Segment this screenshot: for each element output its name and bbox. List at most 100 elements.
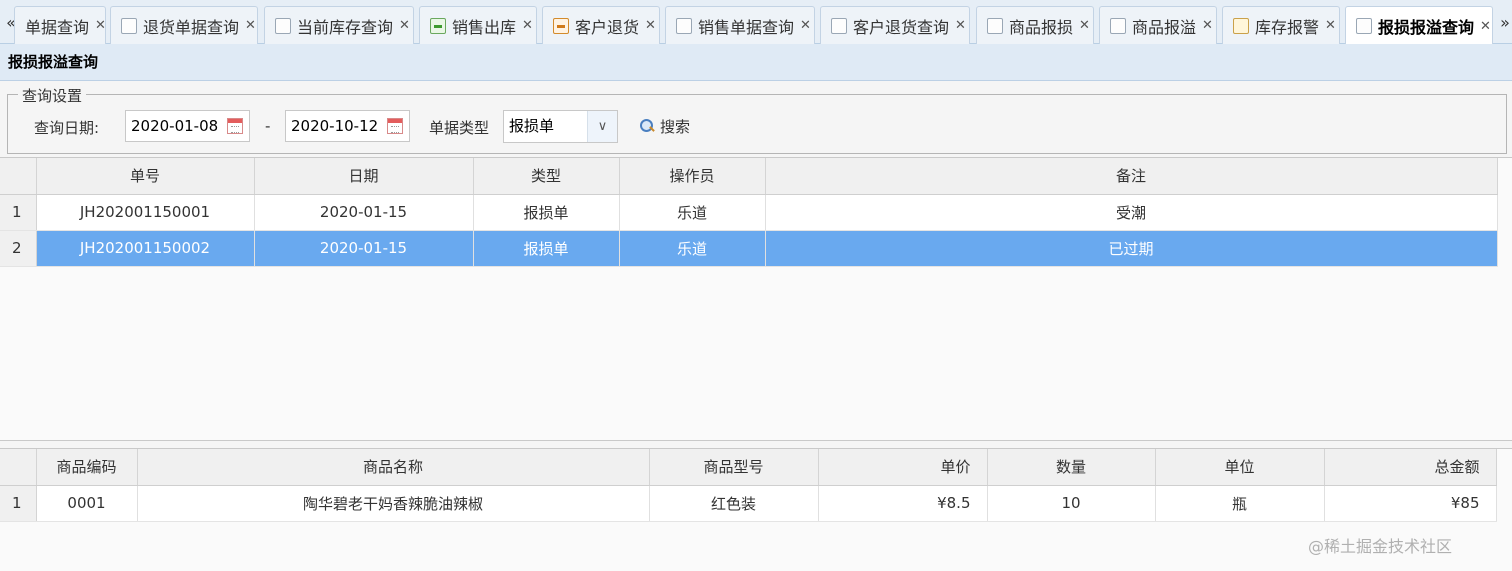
date-label: 查询日期: [34, 119, 100, 137]
tab-damage-overflow-query[interactable]: 报损报溢查询 ✕ [1345, 6, 1493, 45]
warning-icon [1233, 17, 1249, 34]
column-header[interactable]: 商品编码 [36, 449, 138, 486]
tab-label: 单据查询 [25, 17, 90, 37]
close-icon[interactable]: ✕ [645, 18, 656, 33]
cell-product-model[interactable]: 红色装 [649, 485, 819, 522]
close-icon[interactable]: ✕ [1202, 18, 1213, 33]
cell-operator[interactable]: 乐道 [619, 230, 766, 267]
cell-product-code[interactable]: 0001 [36, 485, 138, 522]
cell-product-name[interactable]: 陶华碧老干妈香辣脆油辣椒 [137, 485, 650, 522]
query-settings-legend: 查询设置 [18, 85, 87, 106]
tab-sales-document-query[interactable]: 销售单据查询 ✕ [665, 6, 815, 44]
close-icon[interactable]: ✕ [245, 18, 256, 33]
document-type-select[interactable]: 报损单 ∨ [503, 110, 618, 143]
start-date-value: 2020-01-08 [131, 117, 219, 135]
table-header-row: 单号 日期 类型 操作员 备注 [0, 158, 1498, 195]
cell-total-amount[interactable]: ¥85 [1324, 485, 1497, 522]
column-header[interactable]: 商品型号 [649, 449, 819, 486]
cell-quantity[interactable]: 10 [987, 485, 1156, 522]
tab-document-query[interactable]: 单据查询 ✕ [14, 6, 106, 44]
tab-label: 客户退货 [575, 17, 640, 37]
calendar-icon[interactable] [387, 118, 403, 134]
document-minus-icon [987, 17, 1003, 34]
close-icon[interactable]: ✕ [800, 18, 811, 33]
cell-date[interactable]: 2020-01-15 [254, 194, 474, 231]
tab-stock-alert[interactable]: 库存报警 ✕ [1222, 6, 1340, 44]
column-header[interactable]: 数量 [987, 449, 1156, 486]
column-header[interactable]: 单位 [1155, 449, 1325, 486]
tab-label: 客户退货查询 [853, 17, 950, 37]
end-date-field[interactable]: 2020-10-12 [285, 110, 410, 142]
column-header[interactable]: 单价 [818, 449, 988, 486]
table-header-row: 商品编码 商品名称 商品型号 单价 数量 单位 总金额 [0, 449, 1497, 486]
column-header[interactable]: 单号 [36, 158, 255, 195]
tab-label: 库存报警 [1255, 17, 1320, 37]
export-arrow-icon [430, 17, 446, 34]
tab-label: 商品报损 [1009, 17, 1074, 37]
tab-product-damage[interactable]: 商品报损 ✕ [976, 6, 1094, 44]
tab-label: 销售单据查询 [698, 17, 795, 37]
tab-customer-return-query[interactable]: 客户退货查询 ✕ [820, 6, 970, 44]
tab-label: 商品报溢 [1132, 17, 1197, 37]
row-number: 1 [0, 485, 37, 522]
rownum-header [0, 158, 37, 195]
column-header[interactable]: 总金额 [1324, 449, 1497, 486]
cell-remark[interactable]: 受潮 [765, 194, 1498, 231]
cell-unit[interactable]: 瓶 [1155, 485, 1325, 522]
close-icon[interactable]: ✕ [955, 18, 966, 33]
close-icon[interactable]: ✕ [522, 18, 533, 33]
tab-product-overflow[interactable]: 商品报溢 ✕ [1099, 6, 1217, 44]
column-header[interactable]: 操作员 [619, 158, 766, 195]
row-number: 2 [0, 230, 37, 267]
tab-customer-return[interactable]: 客户退货 ✕ [542, 6, 660, 44]
table-row[interactable]: 1 JH202001150001 2020-01-15 报损单 乐道 受潮 [0, 194, 1498, 231]
search-button-label: 搜索 [660, 117, 691, 136]
tab-label: 销售出库 [452, 17, 517, 37]
search-icon [640, 119, 654, 133]
column-header[interactable]: 类型 [473, 158, 620, 195]
document-icon [1356, 18, 1372, 34]
column-header[interactable]: 商品名称 [137, 449, 650, 486]
close-icon[interactable]: ✕ [1480, 19, 1491, 34]
tab-label: 当前库存查询 [297, 17, 394, 37]
cell-unit-price[interactable]: ¥8.5 [818, 485, 988, 522]
cell-remark[interactable]: 已过期 [765, 230, 1498, 267]
database-icon [275, 17, 291, 34]
close-icon[interactable]: ✕ [399, 18, 410, 33]
cell-document-number[interactable]: JH202001150001 [36, 194, 255, 231]
query-settings-fieldset: 查询设置 查询日期: 2020-01-08 - 2020-10-12 单据类型 … [7, 85, 1507, 154]
tab-label: 报损报溢查询 [1378, 18, 1475, 37]
cell-document-number[interactable]: JH202001150002 [36, 230, 255, 267]
tab-label: 退货单据查询 [143, 17, 240, 37]
start-date-field[interactable]: 2020-01-08 [125, 110, 250, 142]
tab-return-document-query[interactable]: 退货单据查询 ✕ [110, 6, 258, 44]
detail-table: 商品编码 商品名称 商品型号 单价 数量 单位 总金额 1 0001 陶华碧老干… [0, 449, 1497, 522]
cell-date[interactable]: 2020-01-15 [254, 230, 474, 267]
cell-type[interactable]: 报损单 [473, 194, 620, 231]
table-row[interactable]: 1 0001 陶华碧老干妈香辣脆油辣椒 红色装 ¥8.5 10 瓶 ¥85 [0, 485, 1497, 522]
document-icon [676, 17, 692, 34]
tab-current-stock-query[interactable]: 当前库存查询 ✕ [264, 6, 414, 44]
document-table: 单号 日期 类型 操作员 备注 1 JH202001150001 2020-01… [0, 158, 1498, 267]
date-separator: - [265, 117, 271, 135]
watermark: @稀土掘金技术社区 [1308, 537, 1453, 556]
calendar-icon[interactable] [227, 118, 243, 134]
row-number: 1 [0, 194, 37, 231]
column-header[interactable]: 日期 [254, 158, 474, 195]
cell-type[interactable]: 报损单 [473, 230, 620, 267]
tab-scroll-right-button[interactable]: » [1496, 8, 1512, 38]
table-row-selected[interactable]: 2 JH202001150002 2020-01-15 报损单 乐道 已过期 [0, 230, 1498, 267]
column-header[interactable]: 备注 [765, 158, 1498, 195]
chevron-down-icon[interactable]: ∨ [587, 111, 617, 142]
import-arrow-icon [553, 17, 569, 34]
close-icon[interactable]: ✕ [1079, 18, 1090, 33]
page-title: 报损报溢查询 [0, 44, 1512, 81]
cell-operator[interactable]: 乐道 [619, 194, 766, 231]
document-plus-icon [1110, 17, 1126, 34]
tab-sales-outbound[interactable]: 销售出库 ✕ [419, 6, 537, 44]
end-date-value: 2020-10-12 [291, 117, 379, 135]
search-button[interactable]: 搜索 [636, 111, 694, 141]
document-type-label: 单据类型 [429, 119, 490, 137]
close-icon[interactable]: ✕ [95, 18, 105, 33]
close-icon[interactable]: ✕ [1325, 18, 1336, 33]
